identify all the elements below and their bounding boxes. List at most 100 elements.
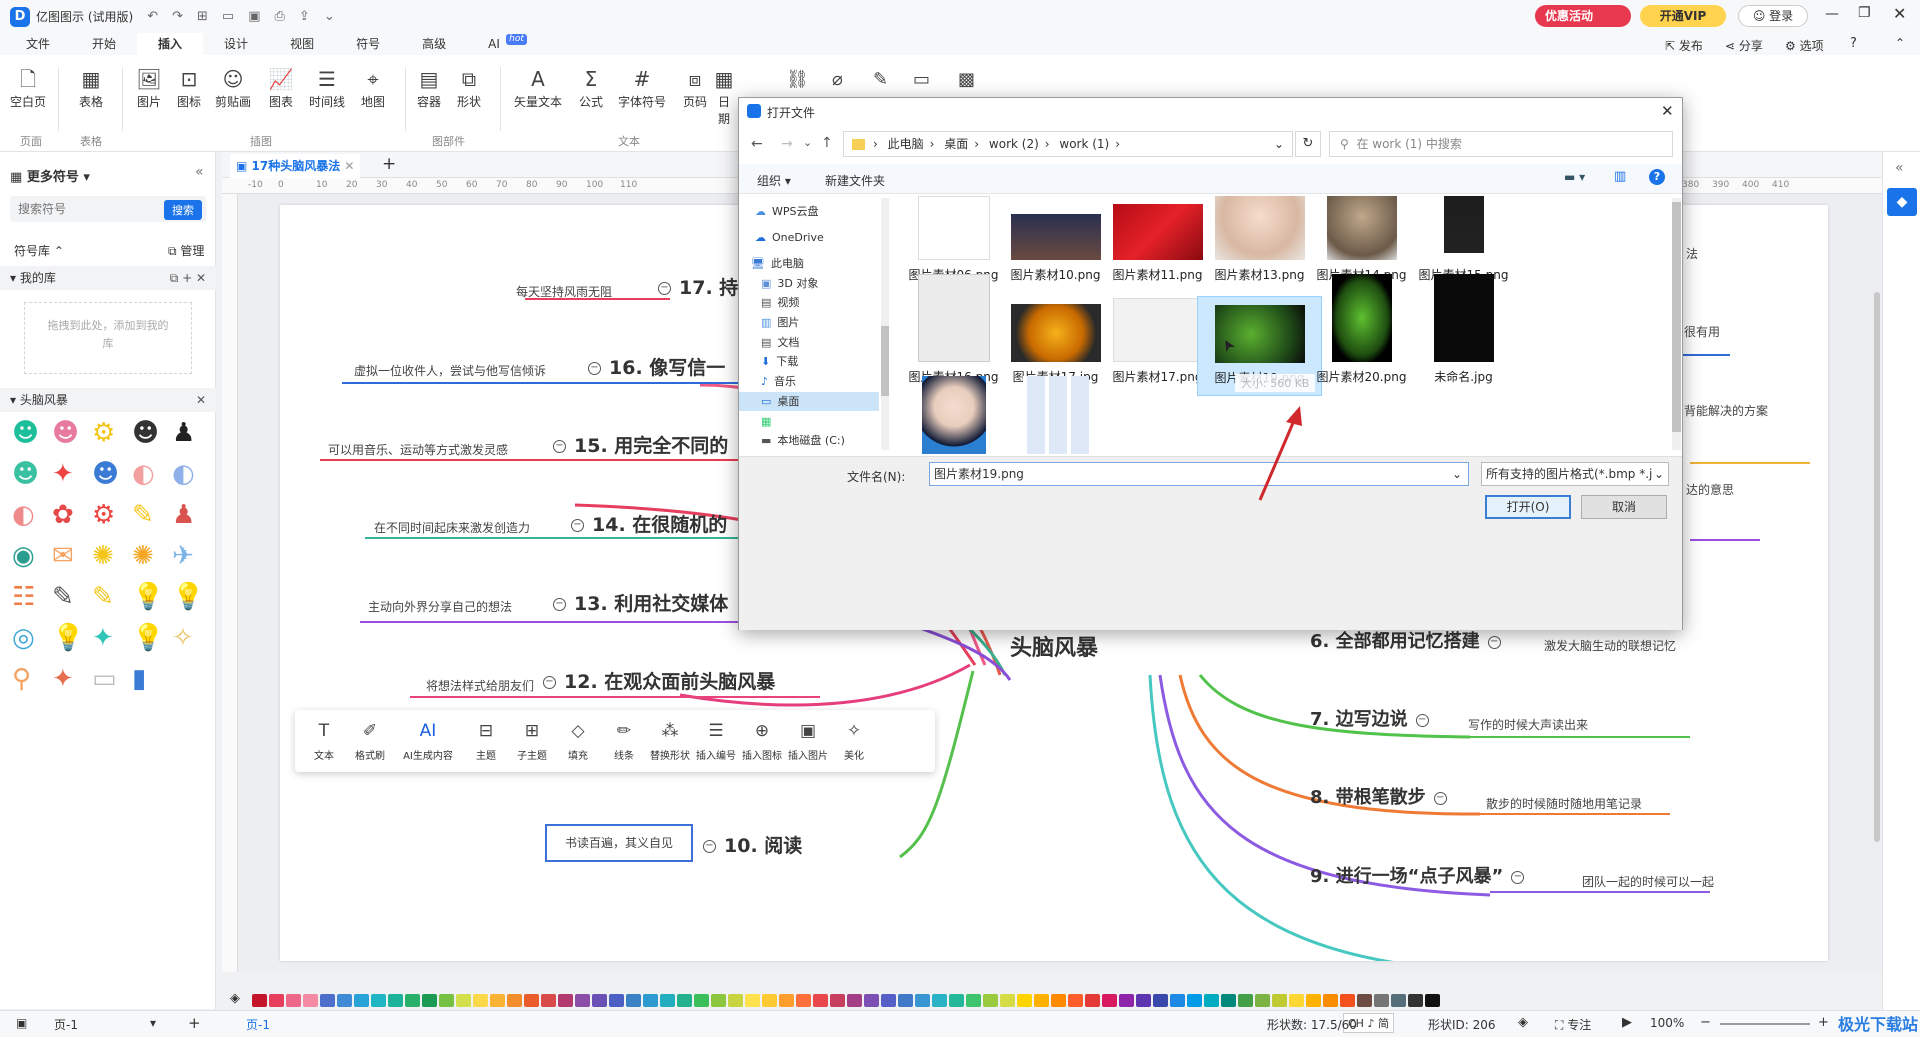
dialog-help-icon[interactable]: ? bbox=[1649, 169, 1665, 185]
font-symbol-button[interactable]: # 字体符号 bbox=[614, 65, 670, 110]
brainstorm-symbol-icon[interactable]: 💡 bbox=[132, 623, 164, 653]
color-swatch[interactable] bbox=[1153, 993, 1168, 1007]
toolbar-fill-button[interactable]: ◇ 填充 bbox=[555, 721, 601, 762]
color-swatch[interactable] bbox=[1102, 993, 1117, 1007]
brainstorm-symbol-icon[interactable]: ✈ bbox=[172, 541, 194, 571]
collapse-icon[interactable]: − bbox=[1433, 791, 1447, 805]
zoom-in-icon[interactable]: + bbox=[1818, 1015, 1829, 1030]
color-swatch[interactable] bbox=[813, 993, 828, 1007]
zoom-out-icon[interactable]: − bbox=[1700, 1015, 1711, 1030]
color-swatch[interactable] bbox=[1289, 993, 1304, 1007]
color-swatch[interactable] bbox=[269, 993, 284, 1007]
collapse-icon[interactable]: − bbox=[543, 676, 556, 689]
brainstorm-symbol-icon[interactable]: ✎ bbox=[132, 500, 154, 530]
add-page-icon[interactable]: + bbox=[188, 1014, 201, 1032]
format-panel-icon[interactable]: ◆ bbox=[1887, 188, 1917, 216]
color-swatch[interactable] bbox=[898, 993, 913, 1007]
vip-button[interactable]: 开通VIP bbox=[1640, 5, 1726, 27]
color-swatch[interactable] bbox=[643, 993, 658, 1007]
brainstorm-symbol-icon[interactable]: ▭ bbox=[92, 664, 117, 694]
color-swatch[interactable] bbox=[1425, 993, 1440, 1007]
path-work2[interactable]: work (2) bbox=[989, 137, 1039, 151]
symbol-search-input[interactable] bbox=[10, 196, 150, 222]
vector-text-button[interactable]: A 矢量文本 bbox=[510, 65, 566, 110]
nav-item[interactable]: ☁ OneDrive bbox=[739, 228, 879, 247]
symbol-lib-toggle[interactable]: 符号库 ⌃ bbox=[14, 242, 64, 259]
brainstorm-symbol-icon[interactable]: ♟ bbox=[172, 418, 195, 448]
color-swatch[interactable] bbox=[1238, 993, 1253, 1007]
brainstorm-symbol-icon[interactable]: ☻ bbox=[52, 418, 79, 448]
close-category-icon[interactable]: ✕ bbox=[196, 388, 206, 412]
add-tab-icon[interactable]: + bbox=[382, 154, 396, 174]
color-swatch[interactable] bbox=[1119, 993, 1134, 1007]
brainstorm-symbol-icon[interactable]: ⚙ bbox=[92, 500, 115, 530]
close-tab-icon[interactable]: ✕ bbox=[344, 159, 354, 173]
file-scroll-thumb[interactable] bbox=[1672, 202, 1681, 432]
options-button[interactable]: ⚙ 选项 bbox=[1785, 37, 1824, 54]
doc-tab[interactable]: ▣ 17种头脑风暴法 ✕ bbox=[230, 154, 360, 178]
partial-note[interactable]: 很有用 bbox=[1684, 323, 1720, 340]
file-tile[interactable]: 图片素材15.png bbox=[1401, 196, 1526, 282]
color-swatch[interactable] bbox=[592, 993, 607, 1007]
color-swatch[interactable] bbox=[1408, 993, 1423, 1007]
topic-6[interactable]: 6. 全部都用记忆搭建 − bbox=[1310, 627, 1509, 653]
note-13[interactable]: 主动向外界分享自己的想法 bbox=[368, 598, 512, 615]
brainstorm-symbol-icon[interactable]: ◎ bbox=[12, 623, 35, 653]
new-icon[interactable]: ⊞ bbox=[197, 9, 208, 24]
brainstorm-symbol-icon[interactable]: ☻ bbox=[132, 418, 159, 448]
brainstorm-symbol-icon[interactable]: 💡 bbox=[132, 582, 164, 612]
nav-item[interactable]: 🖥 此电脑 bbox=[739, 254, 879, 273]
color-swatch[interactable] bbox=[490, 993, 505, 1007]
link-icon[interactable]: ⛓ bbox=[786, 69, 809, 90]
topic-12[interactable]: −12. 在观众面前头脑风暴 bbox=[535, 667, 775, 694]
publish-button[interactable]: ⇱ 发布 bbox=[1665, 37, 1703, 54]
page-number-button[interactable]: ⧈ 页码 bbox=[674, 65, 716, 110]
collapse-icon[interactable]: − bbox=[588, 362, 601, 375]
filename-dropdown-icon[interactable]: ⌄ bbox=[1452, 463, 1462, 485]
nav-item[interactable]: ♪ 音乐 bbox=[739, 372, 879, 391]
print-icon[interactable]: ⎙ bbox=[275, 9, 285, 24]
dialog-search-input[interactable]: ⚲ 在 work (1) 中搜索 bbox=[1329, 131, 1673, 157]
brainstorm-symbol-icon[interactable]: ◐ bbox=[12, 500, 35, 530]
color-swatch[interactable] bbox=[796, 993, 811, 1007]
color-swatch[interactable] bbox=[1272, 993, 1287, 1007]
brainstorm-symbol-icon[interactable]: ⚙ bbox=[92, 418, 115, 448]
toolbar-beautify-button[interactable]: ✧ 美化 bbox=[831, 721, 877, 762]
save-icon[interactable]: ▣ bbox=[248, 9, 260, 24]
note-6[interactable]: 激发大脑生动的联想记忆 bbox=[1544, 637, 1676, 654]
color-swatch[interactable] bbox=[1136, 993, 1151, 1007]
brainstorm-symbol-icon[interactable]: ☻ bbox=[92, 459, 119, 489]
toolbar-insert-picture-button[interactable]: ▣ 插入图片 bbox=[785, 721, 831, 762]
blank-page-button[interactable]: 🗋 空白页 bbox=[7, 65, 49, 110]
brainstorm-symbol-icon[interactable]: ♟ bbox=[172, 500, 195, 530]
collapse-icon[interactable]: − bbox=[1487, 635, 1501, 649]
color-swatch[interactable] bbox=[1034, 993, 1049, 1007]
symbol-search-button[interactable]: 搜索 bbox=[164, 200, 202, 220]
undo-icon[interactable]: ↶ bbox=[147, 9, 158, 24]
brainstorm-symbol-icon[interactable]: ◉ bbox=[12, 541, 35, 571]
brainstorm-symbol-icon[interactable]: ✉ bbox=[52, 541, 74, 571]
brainstorm-symbol-icon[interactable]: ☷ bbox=[12, 582, 35, 612]
nav-item[interactable]: ▬软件 (D:) bbox=[739, 451, 879, 454]
up-icon[interactable]: ↑ bbox=[821, 135, 833, 151]
note-9[interactable]: 团队一起的时候可以一起 bbox=[1582, 873, 1714, 890]
pen-icon[interactable]: ✎ bbox=[873, 69, 888, 90]
color-swatch[interactable] bbox=[915, 993, 930, 1007]
color-swatch[interactable] bbox=[337, 993, 352, 1007]
icon-button[interactable]: ⊡ 图标 bbox=[168, 65, 210, 110]
date-button[interactable]: ▦ 日期 bbox=[714, 65, 734, 127]
brainstorm-symbol-icon[interactable]: ☻ bbox=[12, 459, 39, 489]
vertical-scrollbar[interactable] bbox=[1874, 292, 1880, 842]
brainstorm-symbol-icon[interactable]: ✿ bbox=[52, 500, 74, 530]
fill-bucket-icon[interactable]: ◈ bbox=[230, 991, 240, 1006]
color-swatch[interactable] bbox=[439, 993, 454, 1007]
brainstorm-symbol-icon[interactable]: ✺ bbox=[132, 541, 154, 571]
drop-zone[interactable]: 拖拽到此处，添加到我的库 bbox=[24, 302, 192, 374]
color-swatch[interactable] bbox=[711, 993, 726, 1007]
comment-icon[interactable]: ▭ bbox=[913, 69, 930, 90]
toolbar-insert-number-button[interactable]: ☰ 插入编号 bbox=[693, 721, 739, 762]
collapse-icon[interactable]: − bbox=[1511, 870, 1525, 884]
page-tab[interactable]: 页-1 bbox=[246, 1016, 270, 1033]
brainstorm-symbol-icon[interactable]: ✦ bbox=[92, 623, 114, 653]
color-swatch[interactable] bbox=[932, 993, 947, 1007]
